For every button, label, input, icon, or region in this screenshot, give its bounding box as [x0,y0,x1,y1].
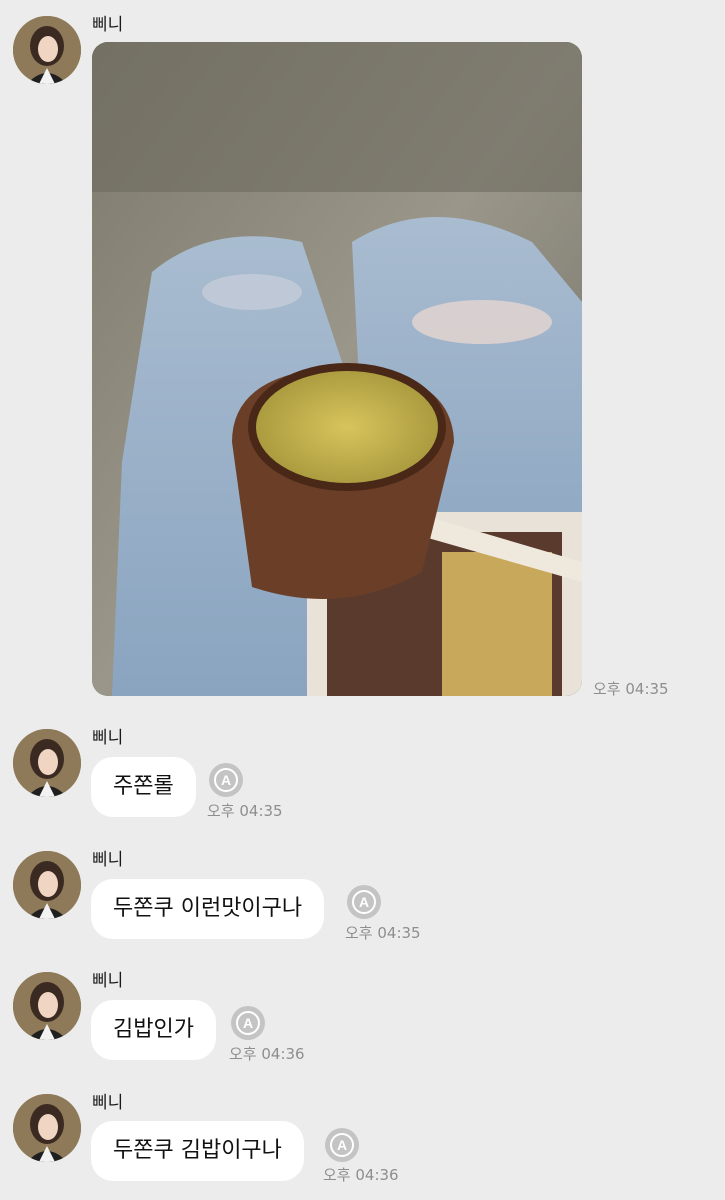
sender-name: 삐니 [92,850,124,870]
message-bubble[interactable]: 두쫀쿠 김밥이구나 [91,1121,304,1181]
food-photo [92,42,582,696]
sender-name: 삐니 [92,15,124,35]
message-bubble[interactable]: 김밥인가 [91,1000,216,1060]
message-bubble[interactable]: 두쫀쿠 이런맛이구나 [91,879,325,939]
translate-icon[interactable]: A [345,883,383,921]
translate-icon[interactable]: A [229,1004,267,1042]
sender-name: 삐니 [92,1093,124,1113]
timestamp: 오후 04:35 [345,924,421,942]
avatar[interactable] [13,851,81,919]
timestamp: 오후 04:36 [323,1166,399,1184]
avatar-image [13,972,81,1040]
timestamp: 오후 04:36 [229,1045,305,1063]
timestamp: 오후 04:35 [207,802,283,820]
translate-icon[interactable]: A [207,761,245,799]
sender-name: 삐니 [92,728,124,748]
avatar-image [13,16,81,84]
svg-text:A: A [243,1015,253,1031]
avatar-image [13,851,81,919]
avatar[interactable] [13,729,81,797]
translate-icon[interactable]: A [323,1126,361,1164]
svg-text:A: A [337,1137,347,1153]
avatar-image [13,729,81,797]
avatar[interactable] [13,972,81,1040]
message-bubble[interactable]: 주쫀롤 [91,757,196,817]
photo-message[interactable] [92,42,582,696]
svg-text:A: A [221,772,231,788]
sender-name: 삐니 [92,971,124,991]
svg-text:A: A [359,894,369,910]
avatar[interactable] [13,16,81,84]
timestamp: 오후 04:35 [593,680,669,698]
avatar[interactable] [13,1094,81,1162]
avatar-image [13,1094,81,1162]
